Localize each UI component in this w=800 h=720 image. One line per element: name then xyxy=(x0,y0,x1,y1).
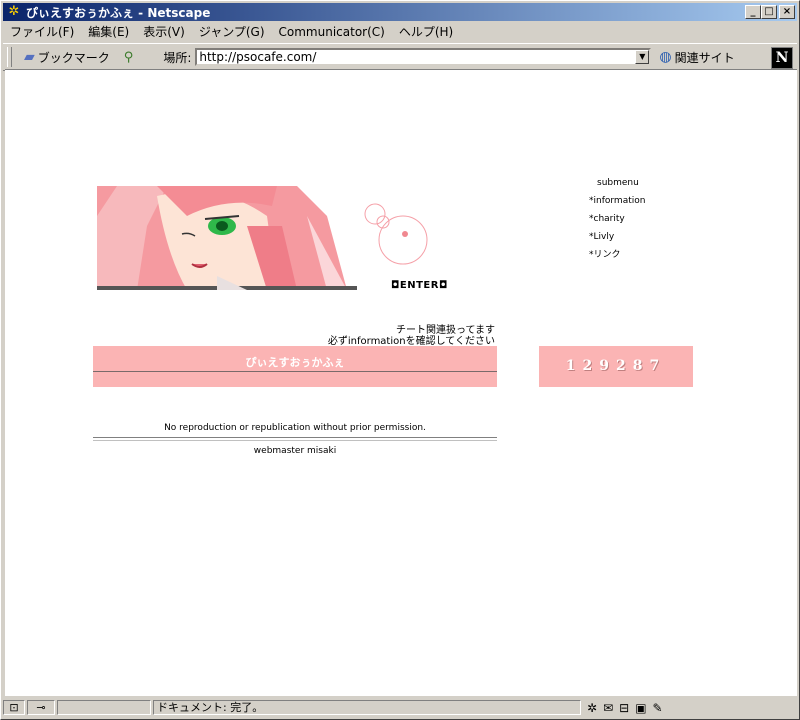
composer-icon[interactable]: ✎ xyxy=(653,701,663,715)
menu-file[interactable]: ファイル(F) xyxy=(3,23,81,40)
minimize-button[interactable]: _ xyxy=(745,5,761,19)
cheat-notice: チート関連扱ってます 必ずinformationを確認してください xyxy=(305,325,495,347)
title-bar: ✲ ぴぃえすおぅかふぇ - Netscape _ □ × xyxy=(3,3,797,21)
close-button[interactable]: × xyxy=(779,5,795,19)
related-sites-label: 関連サイト xyxy=(674,50,735,65)
bookmark-icon: ▰ xyxy=(24,49,35,65)
visitor-counter: 129287 xyxy=(539,346,693,387)
submenu-item-livly[interactable]: *Livly xyxy=(589,228,645,246)
url-dropdown-icon[interactable]: ▼ xyxy=(635,50,650,64)
bookmarks-button[interactable]: ▰ ブックマーク xyxy=(18,49,116,66)
submenu-item-information[interactable]: *information xyxy=(589,192,645,210)
bookmarks-label: ブックマーク xyxy=(37,50,110,65)
globe-icon: ◍ xyxy=(659,49,672,65)
maximize-button[interactable]: □ xyxy=(761,5,777,19)
menu-go[interactable]: ジャンプ(G) xyxy=(192,23,272,40)
address-book-icon[interactable]: ▣ xyxy=(635,701,646,715)
enter-circle-icon-right: ◘ xyxy=(438,280,448,291)
site-title-panel: ぴぃえすおぅかふぇ xyxy=(93,346,497,387)
location-label: 場所: xyxy=(163,50,192,65)
netscape-logo-icon[interactable]: N xyxy=(771,47,793,69)
decorative-circles-icon xyxy=(364,203,428,265)
newsgroups-icon[interactable]: ⊟ xyxy=(619,701,629,715)
page-proxy-icon[interactable]: ⚲ xyxy=(124,50,134,65)
component-bar: ✲ ✉ ⊟ ▣ ✎ xyxy=(587,701,663,715)
menu-bar: ファイル(F) 編集(E) 表示(V) ジャンプ(G) Communicator… xyxy=(3,22,797,41)
submenu-item-charity[interactable]: *charity xyxy=(589,210,645,228)
browser-window: ✲ ぴぃえすおぅかふぇ - Netscape _ □ × ファイル(F) 編集(… xyxy=(0,0,800,720)
status-text: ドキュメント: 完了。 xyxy=(153,700,581,715)
enter-label: ENTER xyxy=(399,280,439,291)
progress-bar xyxy=(57,700,151,715)
url-text: http://psocafe.com/ xyxy=(199,50,317,64)
menu-help[interactable]: ヘルプ(H) xyxy=(392,23,460,40)
toolbar-grip[interactable] xyxy=(7,47,12,67)
netscape-app-icon: ✲ xyxy=(8,4,20,19)
menu-edit[interactable]: 編集(E) xyxy=(81,23,136,40)
site-title: ぴぃえすおぅかふぇ xyxy=(245,356,345,369)
location-toolbar: ▰ ブックマーク ⚲ 場所: http://psocafe.com/ ▼ ◍ 関… xyxy=(3,43,797,71)
enter-circle-icon: ◘ xyxy=(391,280,400,291)
submenu-item-links[interactable]: *リンク xyxy=(589,246,645,264)
menu-communicator[interactable]: Communicator(C) xyxy=(272,25,392,39)
page-content: ◘ENTER◘ submenu *information *charity *L… xyxy=(5,69,797,696)
submenu-heading: submenu xyxy=(597,178,639,188)
related-sites-button[interactable]: ◍ 関連サイト xyxy=(659,49,734,66)
notice-line-1: チート関連扱ってます xyxy=(396,325,495,336)
url-input[interactable]: http://psocafe.com/ ▼ xyxy=(195,48,652,66)
submenu: submenu *information *charity *Livly *リン… xyxy=(589,174,645,264)
status-bar: ⊡ ⊸ ドキュメント: 完了。 ✲ ✉ ⊟ ▣ ✎ xyxy=(3,698,797,717)
window-title: ぴぃえすおぅかふぇ - Netscape xyxy=(26,5,211,20)
enter-link[interactable]: ◘ENTER◘ xyxy=(391,280,448,291)
connection-plug-icon: ⊸ xyxy=(27,700,55,715)
panel-divider xyxy=(93,371,497,372)
window-controls: _ □ × xyxy=(745,5,795,19)
anime-girl-banner-image[interactable] xyxy=(97,186,357,290)
webmaster-credit: webmaster misaki xyxy=(253,446,337,456)
copyright-notice: No reproduction or republication without… xyxy=(164,423,426,433)
horizontal-rule xyxy=(93,437,497,441)
mail-icon[interactable]: ✉ xyxy=(603,701,613,715)
navigator-icon[interactable]: ✲ xyxy=(587,701,597,715)
menu-view[interactable]: 表示(V) xyxy=(136,23,192,40)
security-lock-icon[interactable]: ⊡ xyxy=(3,700,25,715)
